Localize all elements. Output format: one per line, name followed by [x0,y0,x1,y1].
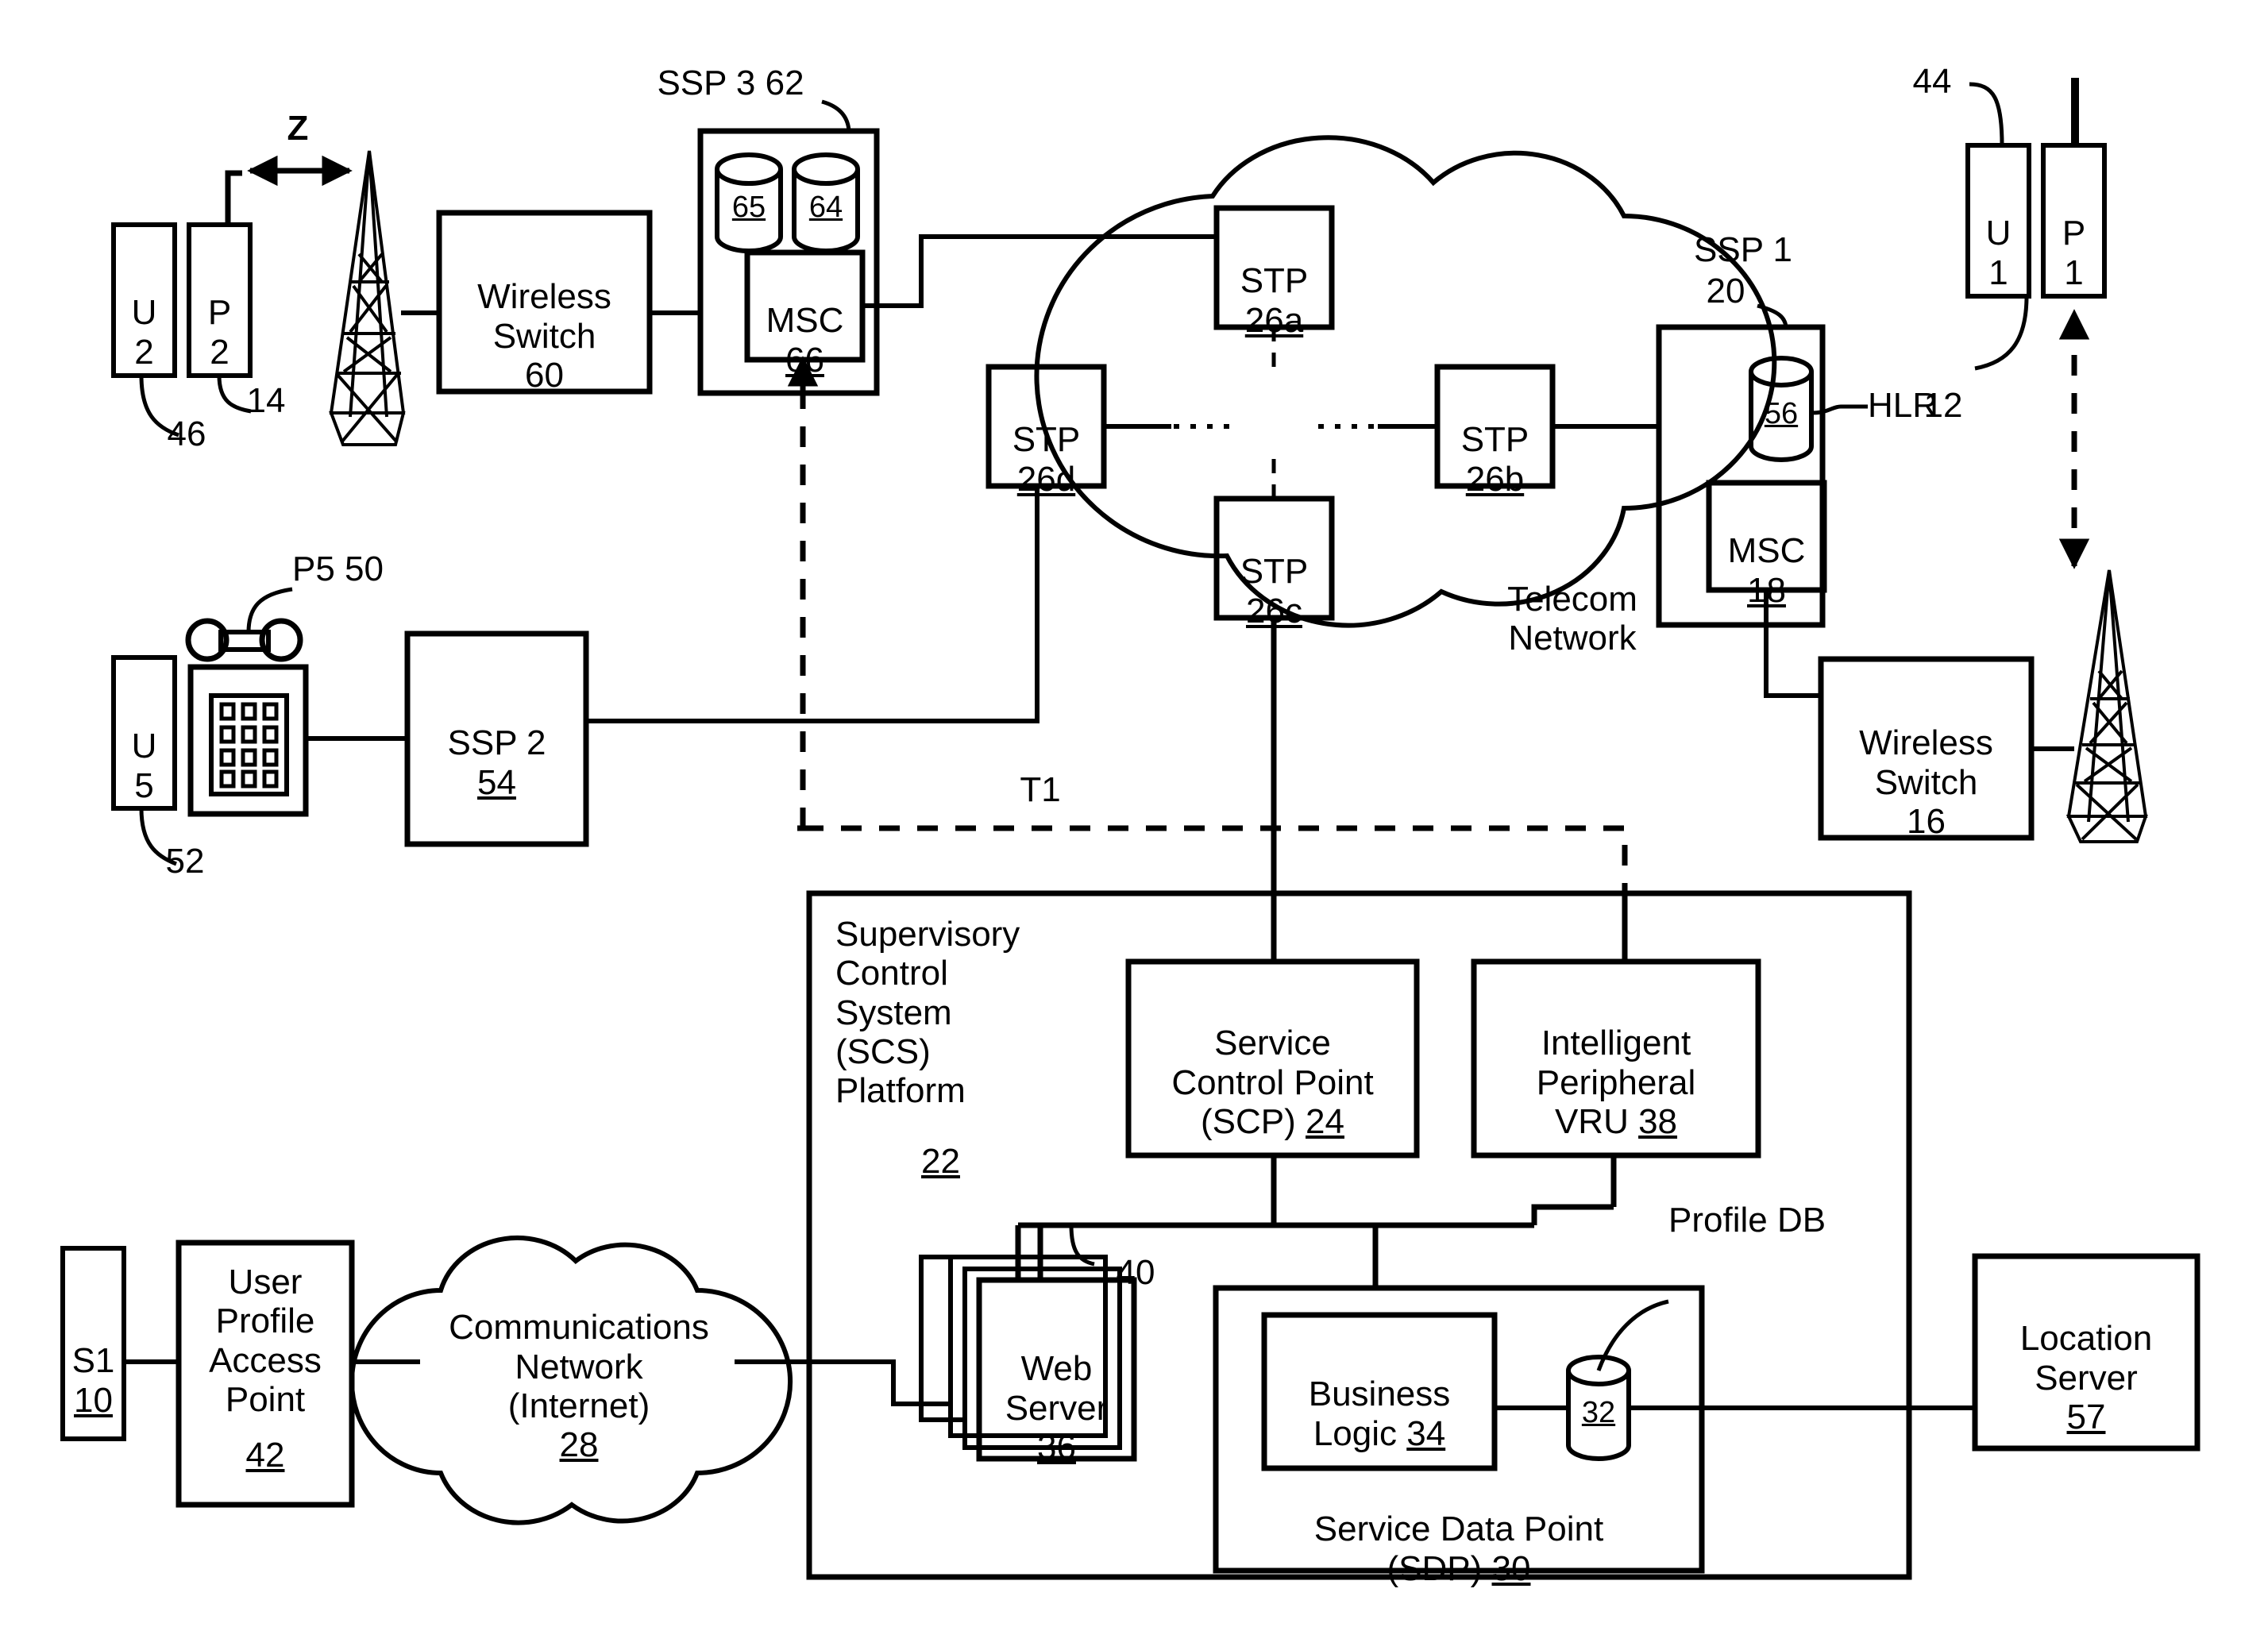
node-ssp3-box [697,128,880,396]
p2-antenna [225,170,242,225]
link-webserver-side [919,1255,965,1422]
db-64-cylinder [792,152,860,253]
link-msc18-to-ws16 [1764,590,1821,698]
node-u5-box [111,655,177,811]
node-u2-box [111,222,177,378]
leader-14 [217,375,252,414]
node-p1-box [2041,143,2107,299]
leader-ssp3-62 [821,99,851,132]
node-business-logic-box [1261,1312,1498,1471]
node-u1-box [1965,143,2031,299]
patent-diagram-canvas: U2 P2 46 14 Z Wireless Switch 60 SSP 3 62 … [0,0,2268,1631]
link-26d-down-to-ssp2 [586,486,1040,723]
cell-tower-left [329,150,406,446]
leader-ssp1-20 [1757,303,1788,328]
node-stp-26c [1213,495,1335,621]
link-ssp3-to-stp26a [862,234,1217,308]
node-wireless-switch-60 [436,210,653,395]
telecom-network-cloud [1034,135,1777,628]
node-msc-18 [1706,480,1827,593]
leader-46 [139,375,179,438]
leader-12 [1974,295,2029,371]
diagram-vector-layer [60,78,2200,1580]
node-user-profile-access-point-box [176,1240,355,1508]
node-location-server-box [1972,1253,2200,1452]
node-scp-box [1125,958,1420,1159]
node-p2-box [187,222,253,378]
link-ipvru-bus [1531,1204,1614,1225]
node-msc-66 [744,249,866,363]
node-ssp1-box [1656,324,1826,628]
node-web-server-back1 [962,1267,1122,1450]
leader-44 [1969,82,2004,146]
phone-keypad-keys [219,702,279,789]
node-wireless-switch-16 [1818,656,2035,841]
node-stp-26b [1434,364,1556,489]
t1-dashed-bus [803,825,1628,897]
hlr-db-56-cylinder [1749,356,1814,462]
cell-tower-right [2066,569,2148,843]
db-65-cylinder [715,152,783,253]
phone-p5-handset [185,618,303,662]
link-scs-edge-webserver [809,1359,951,1406]
node-web-server-back2 [948,1255,1108,1438]
leader-52 [139,808,177,866]
node-stp-26a [1213,205,1335,330]
node-scs-platform-box [806,890,1912,1580]
node-ip-vru-box [1471,958,1761,1159]
node-s1-box [60,1246,126,1441]
node-web-server-front [976,1277,1137,1462]
node-ssp2-box [404,630,589,847]
comm-network-cloud [349,1235,793,1525]
profile-db-32-cylinder [1566,1355,1631,1461]
